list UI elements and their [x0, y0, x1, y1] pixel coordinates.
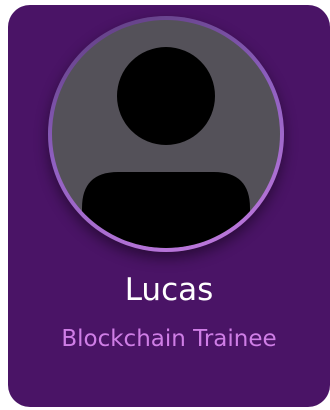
avatar [52, 20, 280, 248]
avatar-ring [48, 16, 284, 252]
user-silhouette-icon [82, 47, 250, 248]
profile-role: Blockchain Trainee [61, 326, 277, 352]
profile-name: Lucas [124, 272, 214, 308]
profile-card: Lucas Blockchain Trainee [8, 5, 330, 407]
